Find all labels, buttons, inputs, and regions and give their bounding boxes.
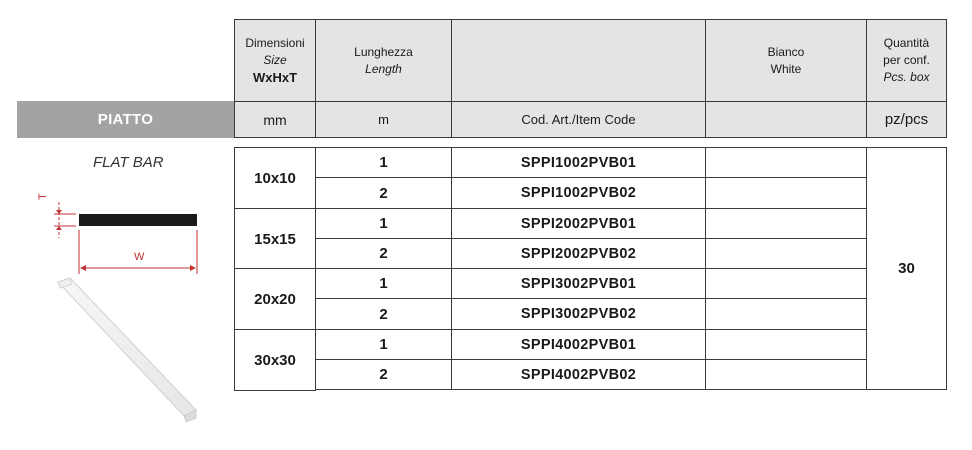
unit-dim: mm: [234, 101, 316, 138]
color-cell: [705, 177, 867, 209]
size-cell: 20x20: [234, 268, 316, 330]
t-dimension-label: T: [37, 193, 49, 200]
length-cell: 2: [315, 298, 452, 330]
header-quantity: Quantità per conf. Pcs. box: [866, 19, 947, 102]
size-cell: 30x30: [234, 329, 316, 391]
qty-en-label: Pcs. box: [883, 70, 930, 84]
w-dimension-label: W: [134, 251, 145, 263]
color-en-label: White: [770, 61, 802, 76]
qty-label-2: per conf.: [883, 53, 930, 67]
header-length: Lunghezza Length: [315, 19, 452, 102]
dim-size-label: Size: [263, 53, 287, 67]
length-label: Lunghezza: [354, 44, 413, 59]
quantity-cell: 30: [866, 147, 947, 390]
item-code-cell: SPPI1002PVB02: [451, 177, 706, 209]
length-cell: 1: [315, 329, 452, 360]
unit-qty: pz/pcs: [866, 101, 947, 138]
size-cell: 15x15: [234, 208, 316, 270]
length-cell: 1: [315, 147, 452, 178]
length-cell: 2: [315, 359, 452, 390]
length-cell: 2: [315, 238, 452, 269]
header-dimensions: Dimensioni Size WxHxT: [234, 19, 316, 102]
color-cell: [705, 359, 867, 390]
color-cell: [705, 268, 867, 299]
item-code-cell: SPPI4002PVB02: [451, 359, 706, 390]
unit-length: m: [315, 101, 452, 138]
color-it-label: Bianco: [767, 44, 805, 59]
category-label: PIATTO: [17, 101, 234, 138]
item-code-cell: SPPI1002PVB01: [451, 147, 706, 178]
color-cell: [705, 329, 867, 360]
length-cell: 2: [315, 177, 452, 209]
unit-code: Cod. Art./Item Code: [451, 101, 706, 138]
dim-label: Dimensioni: [245, 36, 305, 50]
color-cell: [705, 147, 867, 178]
length-cell: 1: [315, 208, 452, 239]
item-code-cell: SPPI2002PVB02: [451, 238, 706, 269]
item-code-cell: SPPI2002PVB01: [451, 208, 706, 239]
item-code-cell: SPPI3002PVB02: [451, 298, 706, 330]
size-cell: 10x10: [234, 147, 316, 209]
item-code-cell: SPPI4002PVB01: [451, 329, 706, 360]
unit-color-blank: [705, 101, 867, 138]
item-code-cell: SPPI3002PVB01: [451, 268, 706, 299]
length-cell: 1: [315, 268, 452, 299]
qty-label-1: Quantità: [883, 36, 930, 50]
color-cell: [705, 238, 867, 269]
dim-format-label: WxHxT: [252, 70, 298, 85]
length-en-label: Length: [365, 61, 402, 76]
flat-bar-diagram: T W: [37, 193, 198, 423]
header-color: Bianco White: [705, 19, 867, 102]
color-cell: [705, 298, 867, 330]
product-name: FLAT BAR: [93, 154, 164, 171]
header-code-blank: [451, 19, 706, 102]
color-cell: [705, 208, 867, 239]
